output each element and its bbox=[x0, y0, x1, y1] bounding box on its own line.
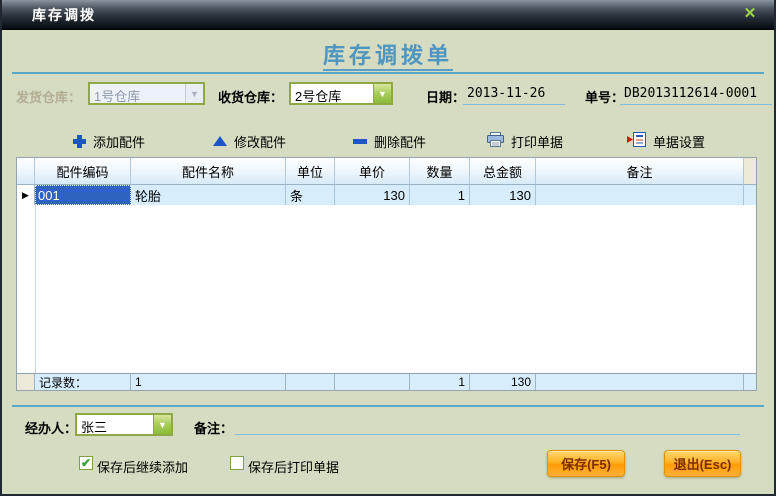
to-warehouse-select[interactable]: 2号仓库 ▼ bbox=[289, 82, 393, 105]
table-row[interactable]: ▶ 001 轮胎 条 130 1 130 bbox=[17, 185, 756, 205]
cell-name[interactable]: 轮胎 bbox=[131, 185, 286, 205]
note-label: 备注： bbox=[194, 421, 234, 436]
from-warehouse-label: 发货仓库： bbox=[16, 90, 82, 105]
cell-stub bbox=[744, 185, 756, 205]
header-selector bbox=[17, 158, 35, 185]
parts-table: 配件编码 配件名称 单位 单价 数量 总金额 备注 ▶ 001 轮胎 条 130… bbox=[16, 157, 757, 391]
order-no-field: DB2013112614-0001 bbox=[620, 85, 772, 105]
inventory-transfer-window: 库存调拨 ✕ 库存调拨单 发货仓库： 1号仓库 ▼ 收货仓库： 2号仓库 ▼ 日… bbox=[0, 0, 776, 496]
checkbox-continue-after-save[interactable]: ✔ bbox=[79, 456, 93, 470]
header-note[interactable]: 备注 bbox=[536, 158, 744, 185]
header-stub bbox=[744, 158, 756, 185]
table-empty-area bbox=[17, 205, 756, 373]
checkbox-continue-label[interactable]: 保存后继续添加 bbox=[97, 457, 188, 476]
cell-qty[interactable]: 1 bbox=[410, 185, 470, 205]
printer-icon bbox=[487, 132, 504, 150]
chevron-down-icon[interactable]: ▼ bbox=[153, 415, 171, 434]
print-document-button[interactable]: 打印单据 bbox=[487, 132, 563, 150]
check-icon: ✔ bbox=[80, 456, 92, 470]
triangle-up-icon bbox=[213, 136, 227, 146]
chevron-down-icon: ▼ bbox=[185, 84, 203, 103]
cell-price[interactable]: 130 bbox=[335, 185, 410, 205]
delete-part-button[interactable]: 删除配件 bbox=[353, 132, 426, 150]
footer-unit-empty bbox=[286, 374, 335, 390]
window-title: 库存调拨 bbox=[32, 6, 96, 23]
footer-record-count: 1 bbox=[131, 374, 286, 390]
table-header-row: 配件编码 配件名称 单位 单价 数量 总金额 备注 bbox=[17, 158, 756, 185]
cell-unit[interactable]: 条 bbox=[286, 185, 335, 205]
order-no-label: 单号： bbox=[585, 90, 625, 105]
add-part-button[interactable]: 添加配件 bbox=[73, 132, 145, 150]
exit-button[interactable]: 退出(Esc) bbox=[664, 450, 741, 477]
separator-bottom bbox=[12, 405, 764, 407]
checkbox-print-after-save[interactable] bbox=[230, 456, 244, 470]
header-qty[interactable]: 数量 bbox=[410, 158, 470, 185]
footer-qty-sum: 1 bbox=[410, 374, 470, 390]
date-label: 日期： bbox=[426, 90, 466, 105]
page-title: 库存调拨单 bbox=[2, 38, 774, 71]
footer-note-empty bbox=[536, 374, 744, 390]
document-settings-icon bbox=[627, 132, 646, 150]
footer-record-count-label: 记录数： bbox=[35, 374, 131, 390]
header-price[interactable]: 单价 bbox=[335, 158, 410, 185]
close-icon[interactable]: ✕ bbox=[741, 5, 759, 23]
footer-total-sum: 130 bbox=[470, 374, 536, 390]
header-total[interactable]: 总金额 bbox=[470, 158, 536, 185]
save-button[interactable]: 保存(F5) bbox=[547, 450, 625, 477]
header-code[interactable]: 配件编码 bbox=[35, 158, 131, 185]
chevron-down-icon[interactable]: ▼ bbox=[373, 84, 391, 103]
cell-code-selected[interactable]: 001 bbox=[35, 185, 131, 205]
minus-icon bbox=[353, 138, 367, 144]
plus-icon bbox=[73, 134, 86, 148]
footer-selector-stub bbox=[17, 374, 35, 390]
cell-total[interactable]: 130 bbox=[470, 185, 536, 205]
operator-select[interactable]: 张三 ▼ bbox=[75, 413, 173, 436]
separator-top bbox=[12, 72, 764, 74]
document-settings-button[interactable]: 单据设置 bbox=[627, 132, 705, 150]
cell-note[interactable] bbox=[536, 185, 744, 205]
date-field[interactable]: 2013-11-26 bbox=[463, 85, 565, 105]
table-footer-row: 记录数： 1 1 130 bbox=[17, 373, 756, 390]
titlebar: 库存调拨 ✕ bbox=[2, 0, 774, 30]
edit-part-button[interactable]: 修改配件 bbox=[213, 132, 286, 150]
note-field[interactable] bbox=[235, 415, 740, 435]
checkbox-print-label[interactable]: 保存后打印单据 bbox=[248, 457, 339, 476]
header-name[interactable]: 配件名称 bbox=[131, 158, 286, 185]
header-unit[interactable]: 单位 bbox=[286, 158, 335, 185]
from-warehouse-select: 1号仓库 ▼ bbox=[88, 82, 205, 105]
to-warehouse-label: 收货仓库： bbox=[218, 90, 284, 105]
footer-price-empty bbox=[335, 374, 410, 390]
operator-label: 经办人： bbox=[25, 421, 78, 436]
row-selector-arrow: ▶ bbox=[17, 185, 35, 205]
footer-stub bbox=[744, 374, 756, 390]
